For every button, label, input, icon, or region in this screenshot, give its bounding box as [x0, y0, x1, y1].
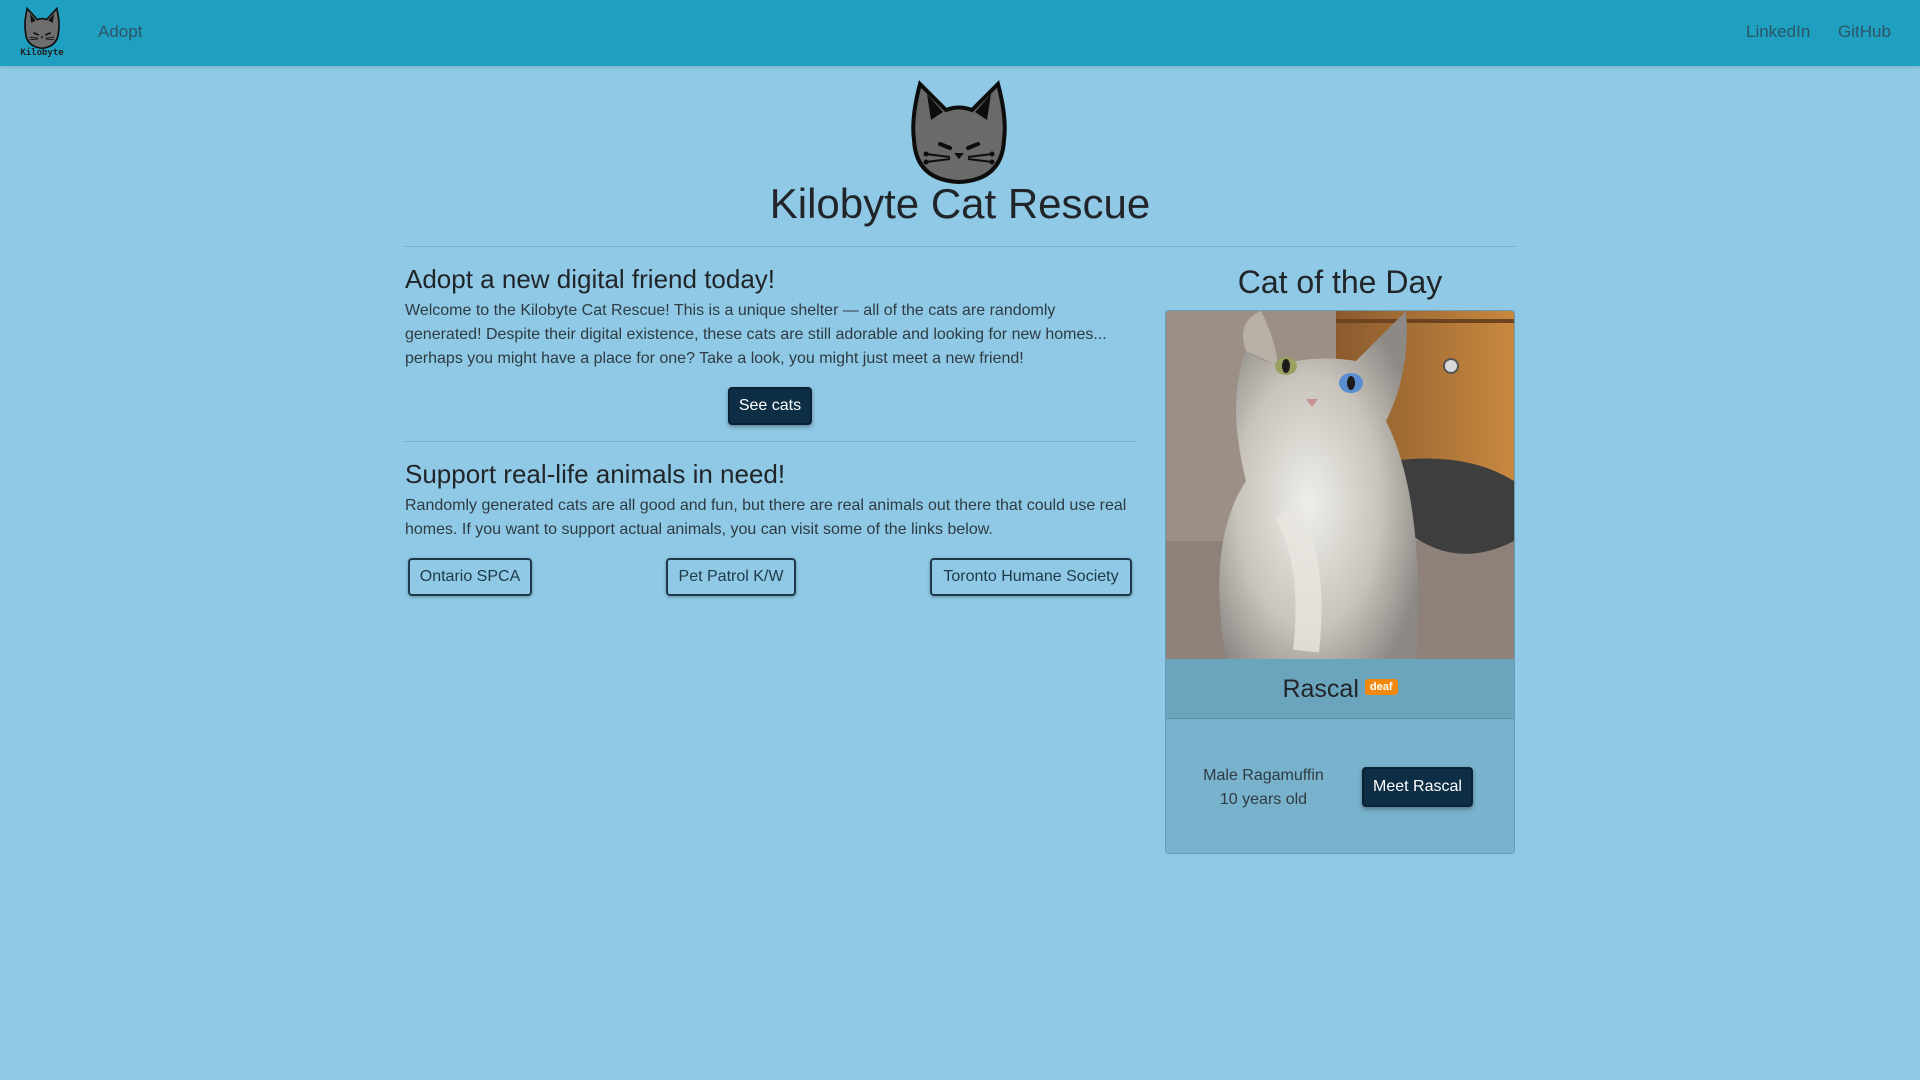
cat-breed: Male Ragamuffin [1203, 767, 1324, 784]
ontario-spca-button[interactable]: Ontario SPCA [408, 558, 532, 596]
see-cats-button[interactable]: See cats [728, 387, 812, 425]
divider [405, 441, 1135, 442]
nav-linkedin-link[interactable]: LinkedIn [1746, 22, 1810, 42]
support-heading: Support real-life animals in need! [405, 459, 786, 489]
page-title: Kilobyte Cat Rescue [769, 180, 1151, 227]
cat-age: 10 years old [1219, 791, 1308, 808]
hero-logo [910, 80, 1008, 185]
cat-of-the-day-heading: Cat of the Day [1237, 264, 1443, 300]
divider [405, 246, 1515, 247]
nav-adopt-link[interactable]: Adopt [98, 22, 142, 42]
brand-logo[interactable]: Kilobyte [16, 6, 68, 60]
nav-github-link[interactable]: GitHub [1838, 22, 1891, 42]
adopt-heading: Adopt a new digital friend today! [405, 264, 776, 294]
cat-name: Rascal [1282, 675, 1359, 703]
pet-patrol-button[interactable]: Pet Patrol K/W [666, 558, 796, 596]
brand-text: Kilobyte [20, 48, 64, 58]
navbar: Kilobyte Adopt LinkedIn GitHub [0, 0, 1920, 66]
toronto-humane-society-button[interactable]: Toronto Humane Society [930, 558, 1132, 596]
cat-info: Male Ragamuffin 10 years old [1166, 764, 1361, 812]
adopt-description: Welcome to the Kilobyte Cat Rescue! This… [405, 302, 1107, 367]
cat-photo[interactable] [1166, 311, 1514, 659]
cat-logo-icon [24, 6, 60, 50]
cat-card: Rascal deaf Male Ragamuffin 10 years old … [1165, 310, 1515, 854]
meet-cat-button[interactable]: Meet Rascal [1362, 767, 1473, 807]
cat-card-header: Rascal deaf [1166, 659, 1514, 719]
deaf-badge: deaf [1364, 678, 1398, 695]
cat-logo-icon [911, 80, 1007, 185]
support-description: Randomly generated cats are all good and… [405, 497, 1127, 538]
